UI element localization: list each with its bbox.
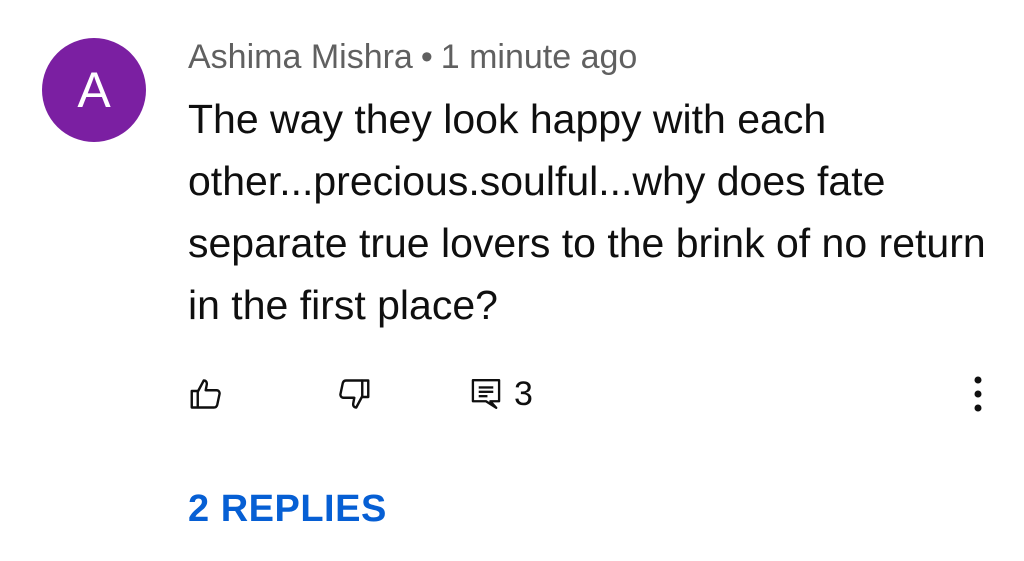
- comment-item: A Ashima Mishra • 1 minute ago The way the…: [0, 0, 1024, 561]
- more-options-button[interactable]: [960, 370, 996, 418]
- view-replies-link[interactable]: 2 REPLIES: [188, 488, 387, 531]
- comment-text: The way they look happy with each other.…: [188, 96, 986, 328]
- thumbs-up-icon: [190, 379, 221, 409]
- more-vertical-icon: [974, 376, 982, 412]
- dislike-button[interactable]: [336, 370, 372, 418]
- comment-meta: Ashima Mishra • 1 minute ago: [188, 38, 637, 77]
- reply-count: 3: [514, 374, 533, 413]
- avatar-letter: A: [77, 62, 111, 118]
- reply-button[interactable]: 3: [470, 370, 533, 418]
- thumbs-down-icon: [339, 379, 370, 409]
- author-name[interactable]: Ashima Mishra: [188, 38, 413, 76]
- timestamp[interactable]: 1 minute ago: [441, 38, 638, 76]
- meta-separator: •: [420, 38, 433, 76]
- comment-icon: [471, 379, 501, 409]
- like-button[interactable]: [188, 370, 224, 418]
- avatar[interactable]: A: [42, 38, 146, 142]
